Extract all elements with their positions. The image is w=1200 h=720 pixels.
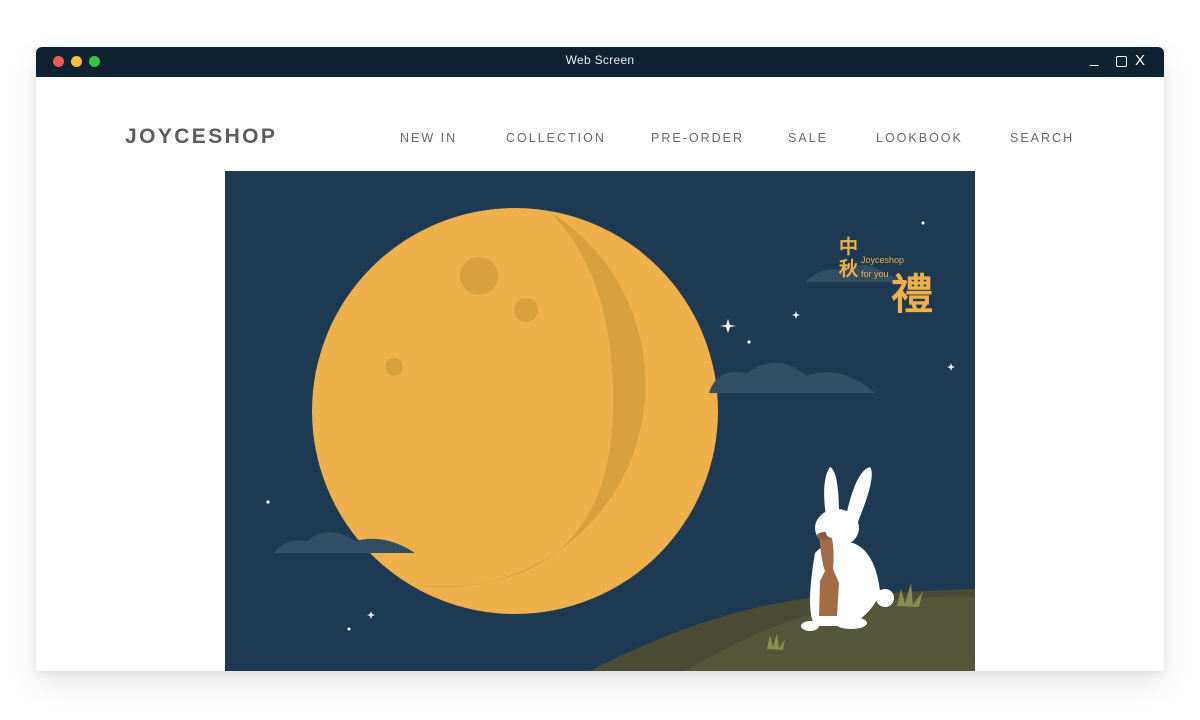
nav-sale[interactable]: SALE (788, 131, 828, 145)
star-icon (347, 627, 351, 631)
nav-search[interactable]: SEARCH (1010, 131, 1074, 145)
title-bar: Web Screen _ X (36, 47, 1164, 77)
minimize-button[interactable]: _ (1090, 50, 1098, 68)
greeting-char-qiu: 秋 (839, 257, 859, 280)
moon-crater (514, 298, 538, 322)
mid-autumn-illustration: 中 秋 Joyceshop for you 禮 (225, 171, 975, 671)
full-moon (312, 208, 718, 614)
nav-collection[interactable]: COLLECTION (506, 131, 606, 145)
nav-new-in[interactable]: NEW IN (400, 131, 457, 145)
greeting-brand-line: Joyceshop (861, 255, 904, 265)
nav-lookbook[interactable]: LOOKBOOK (876, 131, 963, 145)
close-button[interactable]: X (1135, 52, 1145, 70)
window-title: Web Screen (565, 53, 635, 67)
browser-window: Web Screen _ X JOYCESHOP NEW IN COLLECTI… (36, 47, 1164, 671)
hero-banner[interactable]: 中 秋 Joyceshop for you 禮 (225, 171, 975, 671)
star-icon (747, 340, 751, 344)
moon-crater (460, 257, 498, 295)
star-icon (266, 500, 270, 504)
moon-crater (385, 358, 403, 376)
greeting-for-you-line: for you (861, 269, 889, 279)
star-icon (921, 221, 925, 225)
brand-logo[interactable]: JOYCESHOP (125, 125, 277, 149)
maximize-button[interactable] (1116, 56, 1127, 67)
greeting-large-char: 禮 (891, 270, 933, 319)
greeting-char-zhong: 中 (839, 235, 858, 258)
nav-pre-order[interactable]: PRE-ORDER (651, 131, 744, 145)
